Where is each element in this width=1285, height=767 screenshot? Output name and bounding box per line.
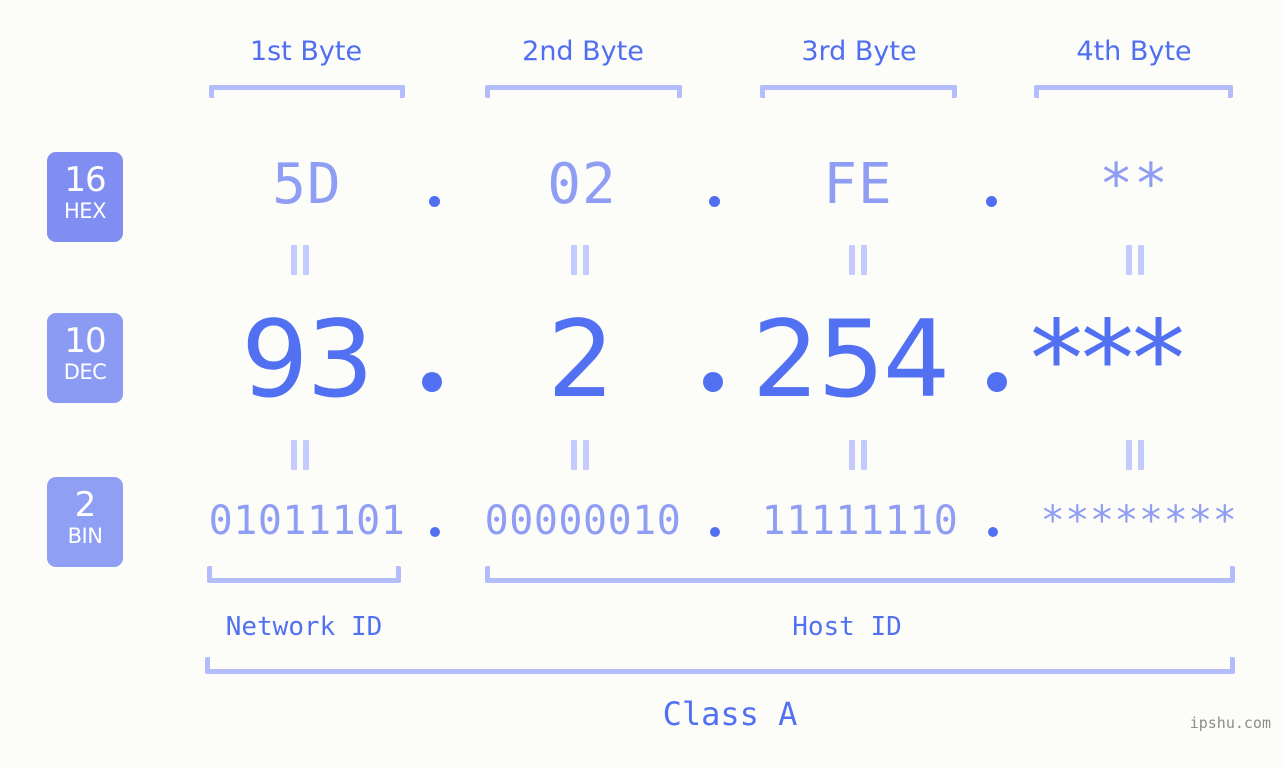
equals-mark-dec-bin-3 xyxy=(846,440,872,470)
base-badge-bin-number: 2 xyxy=(74,485,97,525)
equals-mark-hex-dec-3 xyxy=(846,245,872,275)
bin-octet-4: ******** xyxy=(1040,498,1238,544)
equals-mark-dec-bin-2 xyxy=(568,440,594,470)
base-badge-dec-number: 10 xyxy=(64,321,106,361)
equals-mark-hex-dec-2 xyxy=(568,245,594,275)
hex-octet-3: FE xyxy=(823,152,893,217)
base-badge-hex-number: 16 xyxy=(64,160,106,200)
network-id-label: Network ID xyxy=(225,612,383,642)
host-id-bracket xyxy=(485,566,1235,583)
hex-separator-dot-1 xyxy=(429,196,440,207)
hex-octet-2: 02 xyxy=(547,152,617,217)
hex-separator-dot-3 xyxy=(986,196,997,207)
dec-separator-dot-1 xyxy=(422,372,442,392)
byte-bracket-3 xyxy=(760,85,957,98)
equals-mark-hex-dec-1 xyxy=(288,245,314,275)
bin-octet-3: 11111110 xyxy=(761,498,959,544)
byte-bracket-4 xyxy=(1034,85,1233,98)
dec-separator-dot-3 xyxy=(987,372,1007,392)
dec-octet-2: 2 xyxy=(547,298,614,421)
base-badge-bin: 2 BIN xyxy=(47,477,123,567)
hex-separator-dot-2 xyxy=(709,196,720,207)
host-id-label: Host ID xyxy=(792,612,902,642)
byte-header-4: 4th Byte xyxy=(1076,36,1192,67)
base-badge-hex: 16 HEX xyxy=(47,152,123,242)
hex-octet-4: ** xyxy=(1099,152,1169,217)
byte-header-2: 2nd Byte xyxy=(522,36,644,67)
bin-octet-1: 01011101 xyxy=(208,498,406,544)
equals-mark-hex-dec-4 xyxy=(1123,245,1149,275)
bin-separator-dot-2 xyxy=(710,527,720,537)
byte-header-3: 3rd Byte xyxy=(801,36,917,67)
base-badge-dec-name: DEC xyxy=(63,360,107,384)
dec-separator-dot-2 xyxy=(703,372,723,392)
base-badge-bin-name: BIN xyxy=(67,524,103,548)
byte-bracket-2 xyxy=(485,85,682,98)
bin-separator-dot-1 xyxy=(430,527,440,537)
base-badge-hex-name: HEX xyxy=(64,199,106,223)
diagram-canvas: 1st Byte 2nd Byte 3rd Byte 4th Byte 16 H… xyxy=(0,0,1285,767)
hex-octet-1: 5D xyxy=(272,152,342,217)
class-bracket xyxy=(205,657,1235,674)
network-id-bracket xyxy=(207,566,401,583)
dec-octet-4: *** xyxy=(1030,298,1185,421)
dec-octet-1: 93 xyxy=(241,298,374,421)
equals-mark-dec-bin-1 xyxy=(288,440,314,470)
bin-separator-dot-3 xyxy=(988,527,998,537)
dec-octet-3: 254 xyxy=(752,298,950,421)
bin-octet-2: 00000010 xyxy=(484,498,682,544)
site-watermark: ipshu.com xyxy=(1189,714,1271,732)
class-label: Class A xyxy=(662,695,798,733)
base-badge-dec: 10 DEC xyxy=(47,313,123,403)
byte-bracket-1 xyxy=(209,85,405,98)
equals-mark-dec-bin-4 xyxy=(1123,440,1149,470)
byte-header-1: 1st Byte xyxy=(249,36,363,67)
